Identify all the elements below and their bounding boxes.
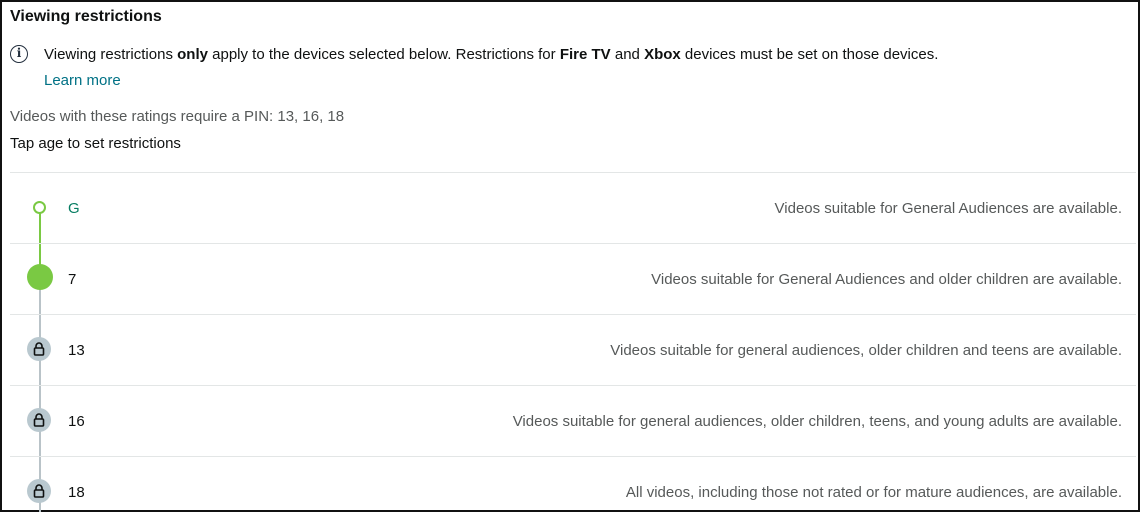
rating-row-13[interactable]: 13 Videos suitable for general audiences… bbox=[10, 314, 1136, 385]
rating-description: Videos suitable for general audiences, o… bbox=[610, 342, 1122, 359]
notice-bold-xbox: Xbox bbox=[644, 46, 681, 63]
rating-node-selected-icon bbox=[27, 264, 53, 290]
restriction-notice: Viewing restrictions only apply to the d… bbox=[44, 46, 938, 63]
rating-description: Videos suitable for General Audiences an… bbox=[651, 271, 1122, 288]
notice-suffix: devices must be set on those devices. bbox=[680, 46, 939, 63]
tap-instruction-text: Tap age to set restrictions bbox=[10, 135, 181, 152]
page-title: Viewing restrictions bbox=[10, 8, 162, 25]
lock-icon bbox=[27, 408, 51, 432]
rating-row-18[interactable]: 18 All videos, including those not rated… bbox=[10, 456, 1136, 512]
notice-prefix: Viewing restrictions bbox=[44, 46, 178, 63]
rating-node-open-icon bbox=[33, 201, 46, 214]
ratings-list: G Videos suitable for General Audiences … bbox=[10, 172, 1136, 512]
rating-row-16[interactable]: 16 Videos suitable for general audiences… bbox=[10, 385, 1136, 456]
rating-row-7[interactable]: 7 Videos suitable for General Audiences … bbox=[10, 243, 1136, 314]
notice-bold-only: only bbox=[177, 46, 208, 63]
rating-age: 7 bbox=[68, 271, 77, 288]
info-icon: i bbox=[10, 45, 28, 63]
notice-and: and bbox=[610, 46, 645, 63]
rating-description: All videos, including those not rated or… bbox=[625, 484, 1122, 501]
rating-age: 18 bbox=[68, 484, 85, 501]
rating-description: Videos suitable for General Audiences ar… bbox=[774, 200, 1122, 217]
rating-row-g[interactable]: G Videos suitable for General Audiences … bbox=[10, 172, 1136, 243]
rating-description: Videos suitable for general audiences, o… bbox=[512, 413, 1122, 430]
lock-icon bbox=[27, 337, 51, 361]
pin-requirement-text: Videos with these ratings require a PIN:… bbox=[10, 108, 345, 125]
rating-age: 13 bbox=[68, 342, 85, 359]
learn-more-link[interactable]: Learn more bbox=[44, 72, 121, 89]
lock-icon bbox=[27, 479, 51, 503]
rating-age: 16 bbox=[68, 413, 85, 430]
notice-middle: apply to the devices selected below. Res… bbox=[207, 46, 560, 63]
notice-bold-fire-tv: Fire TV bbox=[559, 46, 611, 63]
rating-age: G bbox=[68, 200, 80, 217]
